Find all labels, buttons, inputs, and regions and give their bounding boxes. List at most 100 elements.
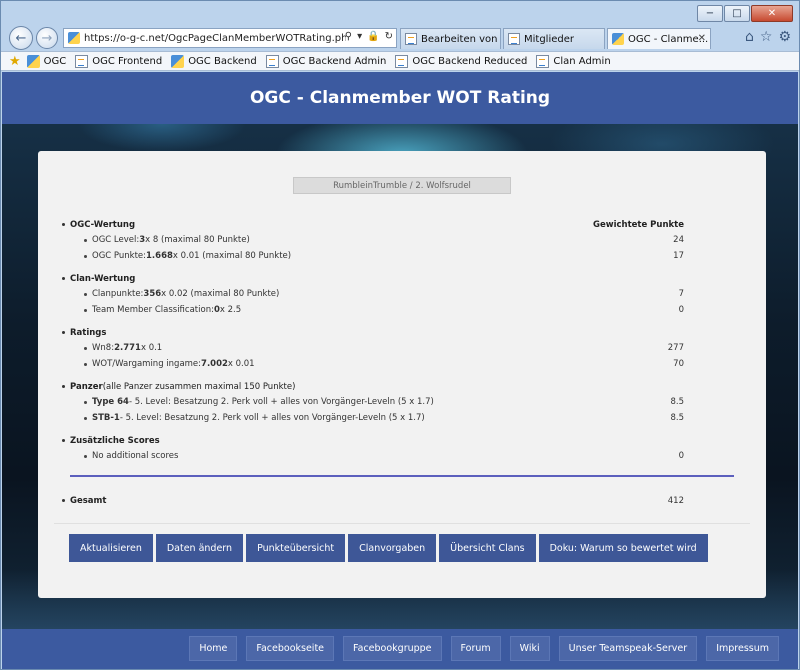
section-title-text: Clan-Wertung: [70, 273, 136, 284]
clanvorgaben-button[interactable]: Clanvorgaben: [348, 534, 437, 562]
arrow-right-icon: →: [41, 30, 53, 46]
browser-window: − □ ✕ ← → https://o-g-c.net/OgcPageClanM…: [0, 0, 800, 670]
item-points: 0: [678, 305, 684, 315]
url-text[interactable]: https://o-g-c.net/OgcPageClanMemberWOTRa…: [84, 33, 346, 44]
item-formula: x 0.01: [227, 359, 255, 369]
home-icon[interactable]: ⌂: [745, 29, 754, 45]
favorite-clan-admin[interactable]: Clan Admin: [536, 54, 611, 68]
maximize-button[interactable]: □: [724, 5, 750, 22]
site-favicon: [68, 32, 80, 44]
item-points: 0: [678, 451, 684, 461]
favorite-ogc-backend[interactable]: OGC Backend: [171, 54, 257, 68]
gear-icon[interactable]: ⚙: [778, 29, 791, 45]
uebersicht-clans-button[interactable]: Übersicht Clans: [439, 534, 536, 562]
total-label: Gesamt: [60, 493, 684, 508]
item-points: 24: [673, 235, 684, 245]
action-buttons: Aktualisieren Daten ändern Punkteübersic…: [69, 534, 708, 562]
ogc-favicon: [26, 54, 40, 68]
close-tab-icon[interactable]: ✕: [698, 33, 706, 44]
tab-label: Mitglieder: [524, 33, 574, 45]
doku-button[interactable]: Doku: Warum so bewertet wird: [538, 534, 708, 562]
item-formula: - 5. Level: Besatzung 2. Perk voll + all…: [128, 397, 434, 407]
star-icon[interactable]: ☆: [760, 29, 773, 45]
total-row: Gesamt 412: [60, 493, 684, 508]
page-header: OGC - Clanmember WOT Rating: [2, 72, 798, 124]
favorite-label: Clan Admin: [553, 55, 611, 67]
ogc-favicon: [612, 33, 624, 45]
favorites-star-icon[interactable]: ★: [9, 54, 21, 69]
section-title: Clan-Wertung: [60, 271, 684, 286]
favorites-bar: ★ OGC OGC Frontend OGC Backend OGC Backe…: [1, 51, 799, 71]
item-value: 7.002: [201, 359, 228, 369]
page-icon: [405, 33, 417, 45]
tab-ogc-clanmember[interactable]: OGC - Clanme... ✕: [607, 28, 711, 49]
navigation-bar: ← → https://o-g-c.net/OgcPageClanMemberW…: [1, 25, 799, 51]
section-title: OGC-Wertung: [60, 217, 684, 232]
title-bar: − □ ✕: [1, 1, 799, 25]
tab-mitglieder[interactable]: Mitglieder: [503, 28, 605, 49]
page-viewport: OGC - Clanmember WOT Rating RumbleinTrum…: [2, 72, 798, 669]
favorite-ogc-backend-admin[interactable]: OGC Backend Admin: [265, 54, 386, 68]
tab-label: OGC - Clanme...: [628, 33, 709, 45]
list-item: No additional scores 0: [60, 448, 684, 464]
section-ogc-wertung: OGC-Wertung Gewichtete Punkte OGC Level:…: [60, 217, 684, 264]
favorite-label: OGC Backend: [188, 55, 257, 67]
list-item: WOT/Wargaming ingame: 7.002 x 0.01 70: [60, 356, 684, 372]
footer-link-home[interactable]: Home: [189, 636, 238, 661]
footer-link-facebookgruppe[interactable]: Facebookgruppe: [343, 636, 442, 661]
item-formula: x 8 (maximal 80 Punkte): [145, 235, 250, 245]
page-title: OGC - Clanmember WOT Rating: [249, 88, 551, 108]
dropdown-icon[interactable]: ▾: [357, 31, 362, 42]
favorite-ogc-backend-reduced[interactable]: OGC Backend Reduced: [395, 54, 527, 68]
section-title-text: Ratings: [70, 327, 107, 338]
list-item: OGC Level: 3 x 8 (maximal 80 Punkte) 24: [60, 232, 684, 248]
list-item: Wn8: 2.771 x 0.1 277: [60, 340, 684, 356]
item-points: 277: [667, 343, 684, 353]
aktualisieren-button[interactable]: Aktualisieren: [69, 534, 153, 562]
arrow-left-icon: ←: [15, 30, 27, 46]
item-formula: - 5. Level: Besatzung 2. Perk voll + all…: [119, 413, 425, 423]
section-title: Panzer (alle Panzer zusammen maximal 150…: [60, 379, 684, 394]
total-points: 412: [667, 495, 684, 506]
list-item: Clanpunkte: 356 x 0.02 (maximal 80 Punkt…: [60, 286, 684, 302]
section-title-text: Panzer: [70, 381, 103, 392]
separator: [54, 523, 750, 524]
footer-link-impressum[interactable]: Impressum: [706, 636, 779, 661]
footer-link-forum[interactable]: Forum: [450, 636, 501, 661]
item-label: WOT/Wargaming ingame:: [92, 359, 202, 369]
favorite-label: OGC: [43, 55, 67, 67]
item-points: 7: [678, 289, 684, 299]
item-value: 356: [143, 289, 162, 299]
item-label: OGC Punkte:: [92, 251, 147, 261]
list-item: Team Member Classification: 0 x 2.5 0: [60, 302, 684, 318]
footer-link-facebookseite[interactable]: Facebookseite: [246, 636, 335, 661]
item-value: STB-1: [92, 413, 120, 423]
close-window-button[interactable]: ✕: [751, 5, 793, 22]
item-points: 8.5: [670, 413, 684, 423]
footer-link-teamspeak[interactable]: Unser Teamspeak-Server: [558, 636, 698, 661]
item-label: Team Member Classification:: [92, 305, 214, 315]
tab-bearbeiten[interactable]: Bearbeiten von „...: [400, 28, 501, 49]
tab-label: Bearbeiten von „...: [421, 33, 500, 45]
item-points: 70: [673, 359, 684, 369]
forward-button[interactable]: →: [36, 27, 58, 49]
search-icon[interactable]: ⚲: [345, 31, 352, 42]
section-title: Zusätzliche Scores: [60, 433, 684, 448]
list-item: STB-1 - 5. Level: Besatzung 2. Perk voll…: [60, 410, 684, 426]
address-tools: ⚲ ▾ 🔒 ↻: [345, 31, 393, 42]
member-name-box: RumbleinTrumble / 2. Wolfsrudel: [293, 177, 511, 194]
address-bar[interactable]: https://o-g-c.net/OgcPageClanMemberWOTRa…: [63, 28, 397, 48]
back-button[interactable]: ←: [9, 26, 33, 50]
section-ratings: Ratings Wn8: 2.771 x 0.1 277 WOT/Wargamin…: [60, 325, 684, 372]
minimize-button[interactable]: −: [697, 5, 723, 22]
favorite-label: OGC Frontend: [92, 55, 163, 67]
punkteuebersicht-button[interactable]: Punkteübersicht: [246, 534, 346, 562]
lock-icon[interactable]: 🔒: [367, 31, 379, 42]
favorite-ogc-frontend[interactable]: OGC Frontend: [75, 54, 163, 68]
refresh-icon[interactable]: ↻: [385, 31, 393, 42]
rating-list: OGC-Wertung Gewichtete Punkte OGC Level:…: [60, 217, 684, 464]
item-label: OGC Level:: [92, 235, 140, 245]
favorite-ogc[interactable]: OGC: [26, 54, 67, 68]
footer-link-wiki[interactable]: Wiki: [509, 636, 550, 661]
daten-aendern-button[interactable]: Daten ändern: [155, 534, 244, 562]
